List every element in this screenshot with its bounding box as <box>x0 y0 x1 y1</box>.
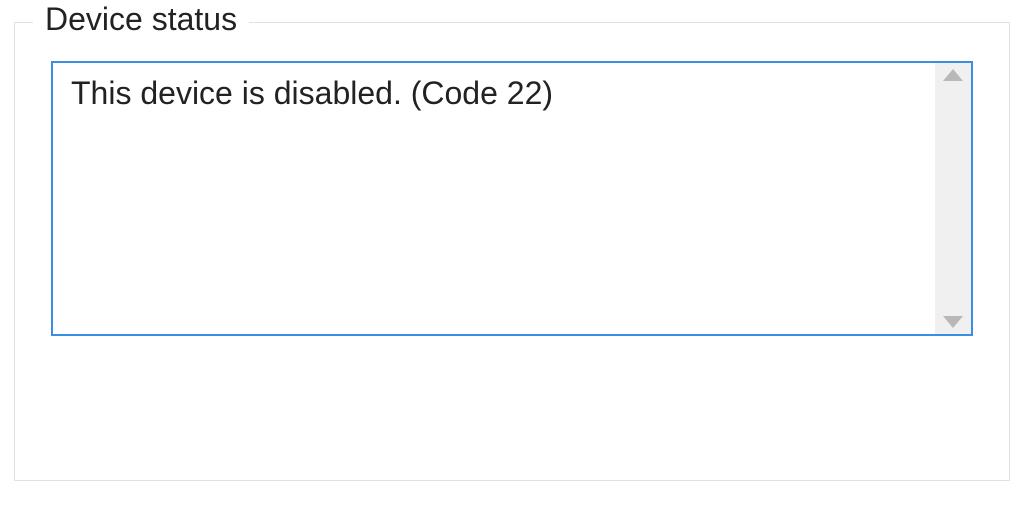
scrollbar-vertical[interactable] <box>935 63 971 334</box>
scroll-up-icon[interactable] <box>943 69 963 81</box>
device-status-message: This device is disabled. (Code 22) <box>53 63 935 334</box>
device-status-textbox[interactable]: This device is disabled. (Code 22) <box>51 61 973 336</box>
groupbox-legend: Device status <box>33 0 249 38</box>
scroll-down-icon[interactable] <box>943 316 963 328</box>
device-status-groupbox: Device status This device is disabled. (… <box>14 22 1010 481</box>
